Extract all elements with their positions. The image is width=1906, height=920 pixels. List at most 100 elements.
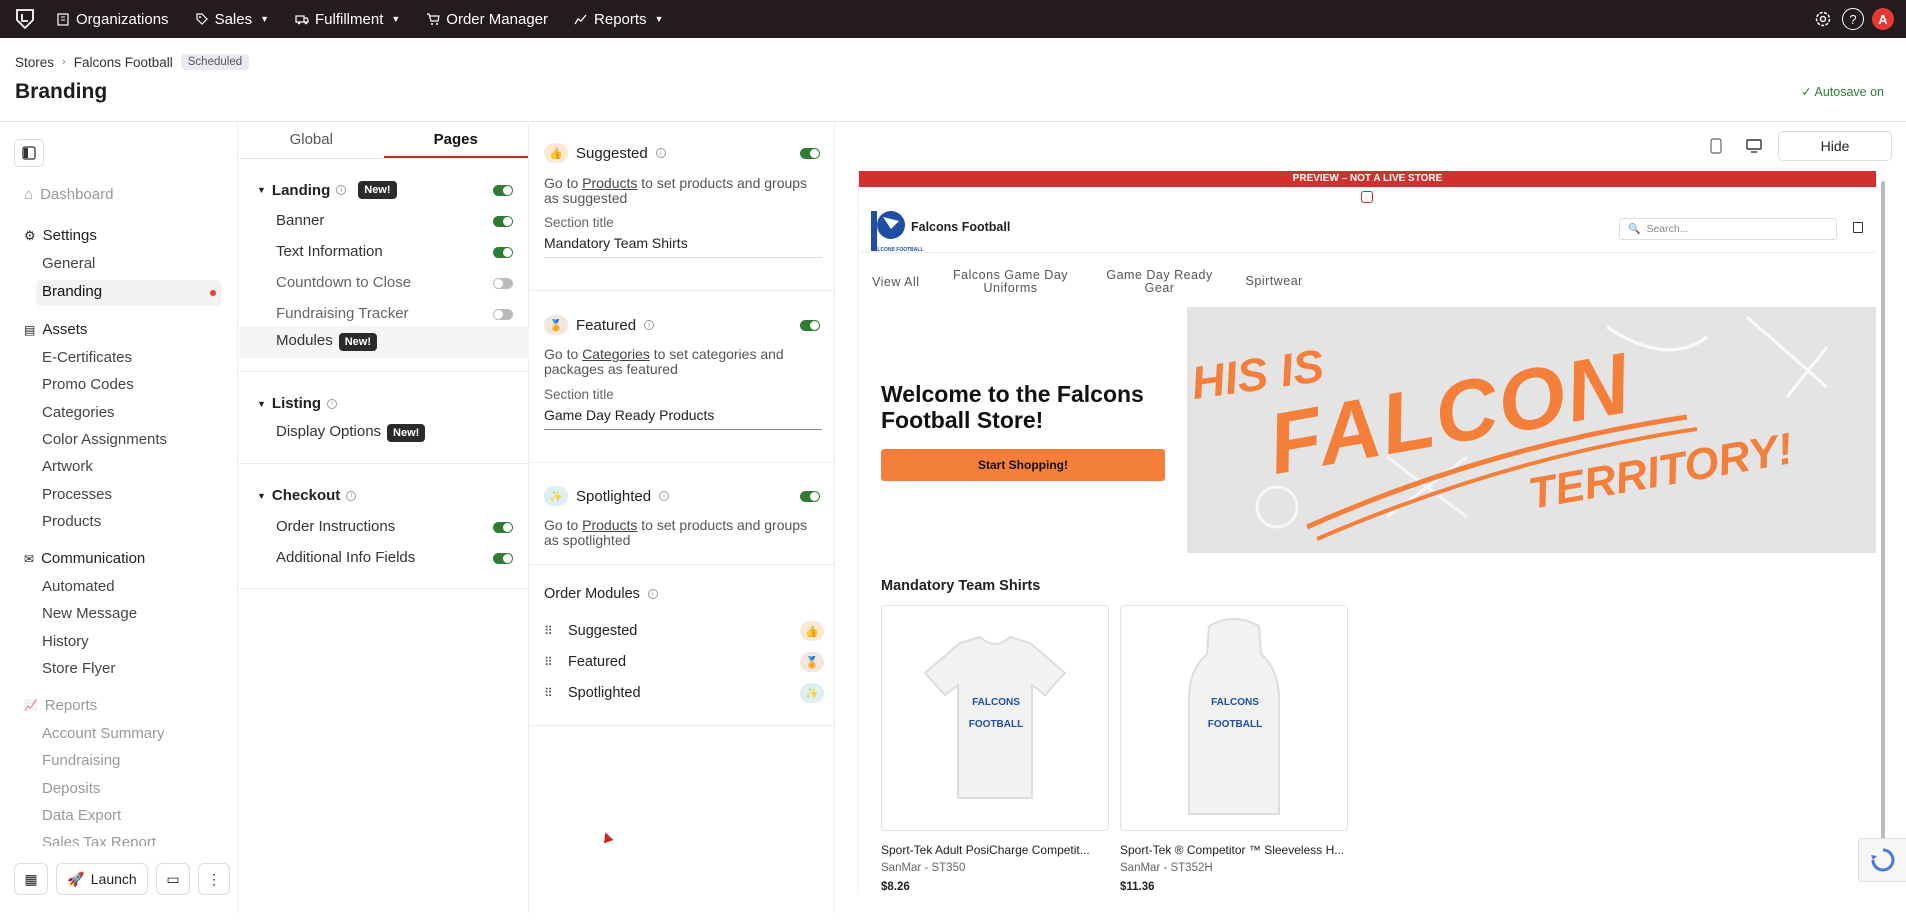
- page-item-order-instructions[interactable]: Order Instructions: [276, 518, 395, 535]
- desktop-view-icon[interactable]: [1740, 133, 1768, 159]
- sidebar-item-processes[interactable]: Processes: [42, 486, 112, 503]
- spotlighted-toggle[interactable]: [800, 491, 820, 502]
- preview-nav-gear[interactable]: Game Day Ready Gear: [1102, 269, 1218, 295]
- breadcrumb-store[interactable]: Falcons Football: [74, 55, 173, 70]
- avatar[interactable]: A: [1872, 8, 1894, 30]
- sidebar-item-products[interactable]: Products: [42, 513, 101, 530]
- app-logo-icon[interactable]: [12, 6, 38, 32]
- sidebar-item-e-certificates[interactable]: E-Certificates: [42, 349, 132, 366]
- section-landing[interactable]: ▼ Landing i New!: [257, 181, 397, 199]
- help-icon[interactable]: ?: [1842, 8, 1864, 30]
- sidebar-item-color-assignments[interactable]: Color Assignments: [42, 431, 167, 448]
- section-title-input[interactable]: Mandatory Team Shirts: [544, 235, 822, 258]
- chevron-down-icon: ▼: [260, 14, 270, 24]
- page-item-display-options[interactable]: Display Options New!: [276, 423, 426, 442]
- sidebar-toggle-button[interactable]: [14, 139, 44, 167]
- page-item-modules[interactable]: Modules New!: [276, 332, 377, 351]
- landing-toggle[interactable]: [493, 185, 513, 196]
- preview-scrollbar[interactable]: [1878, 173, 1886, 893]
- sidebar-item-history[interactable]: History: [42, 633, 89, 650]
- sidebar-item-store-flyer[interactable]: Store Flyer: [42, 660, 115, 677]
- preview-nav-spiritwear[interactable]: Spirtwear: [1246, 269, 1303, 295]
- order-row-featured[interactable]: ⠿ Featured 🏅: [544, 652, 824, 672]
- featured-toggle[interactable]: [800, 320, 820, 331]
- page-item-additional-info[interactable]: Additional Info Fields: [276, 549, 415, 566]
- tab-global[interactable]: Global: [239, 123, 384, 158]
- page-item-fundraising-tracker[interactable]: Fundraising Tracker: [276, 305, 409, 322]
- sidebar-item-dashboard[interactable]: ⌂ Dashboard: [24, 186, 113, 203]
- product-card[interactable]: FALCONS FOOTBALL: [1120, 605, 1348, 831]
- drag-handle-icon[interactable]: ⠿: [544, 686, 554, 700]
- sidebar-item-fundraising[interactable]: Fundraising: [42, 752, 120, 769]
- order-row-label: Featured: [568, 654, 627, 670]
- sidebar-item-deposits[interactable]: Deposits: [42, 780, 100, 797]
- sidebar-item-general[interactable]: General: [42, 255, 95, 272]
- drag-handle-icon[interactable]: ⠿: [544, 624, 554, 638]
- categories-link[interactable]: Categories: [582, 346, 650, 362]
- text-information-toggle[interactable]: [493, 247, 513, 258]
- sidebar-item-branding[interactable]: Branding: [42, 283, 102, 300]
- module-spotlighted-desc: Go to Products to set products and group…: [544, 518, 824, 548]
- preview-nav-uniforms[interactable]: Falcons Game Day Uniforms: [948, 269, 1074, 295]
- fundraising-tracker-toggle[interactable]: [493, 309, 513, 320]
- more-button[interactable]: ⋮: [198, 863, 230, 895]
- sidebar-group-assets[interactable]: ▤ Assets: [24, 321, 87, 338]
- breadcrumb-stores[interactable]: Stores: [15, 55, 54, 70]
- sidebar-item-account-summary[interactable]: Account Summary: [42, 725, 165, 742]
- page-item-banner[interactable]: Banner: [276, 212, 324, 229]
- start-shopping-button[interactable]: Start Shopping!: [881, 449, 1165, 481]
- section-listing[interactable]: ▼ Listing i: [257, 395, 338, 412]
- page-item-countdown[interactable]: Countdown to Close: [276, 274, 411, 291]
- section-landing-label: Landing: [271, 181, 331, 199]
- nav-fulfillment[interactable]: Fulfillment ▼: [295, 11, 400, 28]
- tab-pages[interactable]: Pages: [383, 123, 528, 158]
- sidebar-item-artwork[interactable]: Artwork: [42, 458, 93, 475]
- scrollbar-thumb[interactable]: [1881, 181, 1885, 881]
- page-item-text-information[interactable]: Text Information: [276, 243, 383, 260]
- section-checkout[interactable]: ▼ Checkout i: [257, 487, 357, 504]
- sidebar-item-new-message[interactable]: New Message: [42, 605, 137, 622]
- divider: [239, 463, 529, 464]
- nav-reports[interactable]: Reports ▼: [574, 11, 663, 28]
- gear-icon[interactable]: [1812, 8, 1834, 30]
- products-link[interactable]: Products: [582, 175, 637, 191]
- divider: [239, 588, 529, 589]
- countdown-toggle[interactable]: [493, 278, 513, 289]
- launch-button[interactable]: 🚀 Launch: [56, 863, 148, 895]
- sidebar-item-data-export[interactable]: Data Export: [42, 807, 121, 824]
- sidebar-group-reports[interactable]: 📈 Reports: [24, 697, 97, 714]
- banner-toggle[interactable]: [493, 216, 513, 227]
- preview-search-input[interactable]: 🔍 Search...: [1619, 218, 1837, 240]
- sidebar-item-sales-tax-report[interactable]: Sales Tax Report: [42, 834, 156, 846]
- drag-handle-icon[interactable]: ⠿: [544, 655, 554, 669]
- sidebar-footer: ▦ 🚀 Launch ▭ ⋮: [14, 863, 230, 895]
- nav-order-manager[interactable]: Order Manager: [426, 11, 548, 28]
- archive-button[interactable]: ▭: [156, 863, 190, 895]
- sidebar-group-communication[interactable]: ✉ Communication: [24, 550, 145, 567]
- divider: [530, 290, 835, 291]
- order-instructions-toggle[interactable]: [493, 522, 513, 533]
- store-button[interactable]: ▦: [14, 863, 48, 895]
- order-row-spotlighted[interactable]: ⠿ Spotlighted ✨: [544, 683, 824, 703]
- products-link[interactable]: Products: [582, 517, 637, 533]
- mobile-view-icon[interactable]: [1702, 133, 1730, 159]
- sidebar-group-settings[interactable]: ⚙ Settings: [24, 227, 97, 244]
- sidebar-item-categories[interactable]: Categories: [42, 404, 115, 421]
- section-listing-label: Listing: [271, 395, 322, 412]
- page-header: Stores › Falcons Football Scheduled Bran…: [0, 38, 1906, 122]
- hide-preview-button[interactable]: Hide: [1778, 131, 1892, 161]
- caret-down-icon: ▼: [257, 398, 266, 409]
- product-card[interactable]: FALCONS FOOTBALL: [881, 605, 1109, 831]
- section-title-input[interactable]: Game Day Ready Products: [544, 407, 822, 430]
- suggested-toggle[interactable]: [800, 148, 820, 159]
- nav-organizations[interactable]: Organizations: [56, 11, 169, 28]
- sidebar-item-automated[interactable]: Automated: [42, 578, 115, 595]
- product-name[interactable]: Sport-Tek ® Competitor ™ Sleeveless H...: [1120, 843, 1344, 857]
- preview-nav-view-all[interactable]: View All: [872, 269, 920, 295]
- product-name[interactable]: Sport-Tek Adult PosiCharge Competit...: [881, 843, 1090, 857]
- additional-info-toggle[interactable]: [493, 553, 513, 564]
- order-row-suggested[interactable]: ⠿ Suggested 👍: [544, 621, 824, 641]
- sidebar-item-promo-codes[interactable]: Promo Codes: [42, 376, 134, 393]
- nav-sales[interactable]: Sales ▼: [195, 11, 269, 28]
- shopping-bag-icon[interactable]: [1853, 222, 1863, 233]
